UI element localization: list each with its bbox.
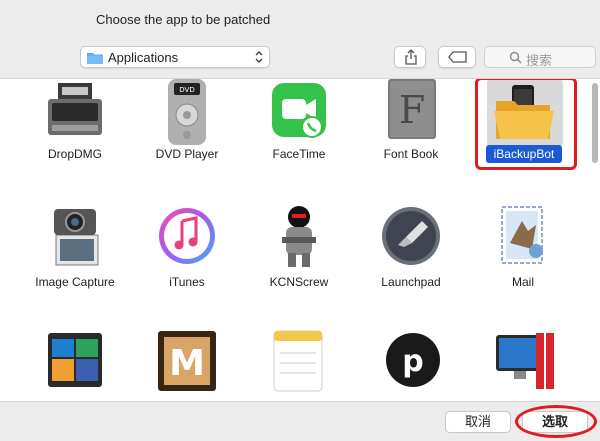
app-name: Launchpad [381,275,441,289]
kcnscrew-icon [282,206,316,267]
app-icon-row3-5[interactable] [492,329,560,393]
folder-icon [87,53,103,64]
app-icon-row3-4[interactable]: p [382,329,444,391]
scrollbar[interactable] [592,83,598,163]
svg-text:M: M [169,343,205,384]
app-icon-row3-1[interactable] [44,329,106,391]
share-icon [405,49,417,65]
app-icon-row3-3[interactable] [270,329,326,393]
image-capture-icon [54,209,99,266]
location-popup[interactable]: Applications [80,46,270,68]
app-name: iTunes [169,275,205,289]
location-label: Applications [108,50,179,65]
app-browser[interactable]: DropDMG DVD DVD Player FaceTime F Font B… [0,78,600,402]
itunes-icon [159,208,215,264]
mail-icon [501,206,543,264]
annotation-highlight-oval [515,405,597,438]
dialog-title: Choose the app to be patched [96,12,271,27]
app-name: DVD Player [155,147,219,161]
dvd-player-icon: DVD [168,79,206,145]
dropdmg-icon [48,83,102,135]
launchpad-icon [382,207,440,265]
app-name: FaceTime [272,147,326,161]
app-name: Image Capture [35,275,115,289]
search-placeholder: 搜索 [526,53,553,68]
share-button[interactable] [394,46,426,68]
tag-icon [448,51,467,63]
annotation-highlight-box [475,79,577,170]
svg-text:p: p [402,344,423,379]
app-name: Font Book [383,147,439,161]
svg-text:DVD: DVD [179,86,194,94]
chevron-updown-icon [255,51,263,63]
app-name: KCNScrew [269,275,329,289]
svg-text:F: F [399,88,425,132]
facetime-icon [272,83,326,138]
app-name: DropDMG [47,147,102,161]
cancel-button[interactable]: 取消 [445,411,511,433]
search-field[interactable]: 搜索 [484,46,596,68]
search-icon [509,51,522,64]
app-icon-row3-2[interactable]: M [154,329,220,393]
tag-button[interactable] [438,46,476,68]
font-book-icon: F [388,79,436,139]
app-name: Mail [511,275,534,289]
